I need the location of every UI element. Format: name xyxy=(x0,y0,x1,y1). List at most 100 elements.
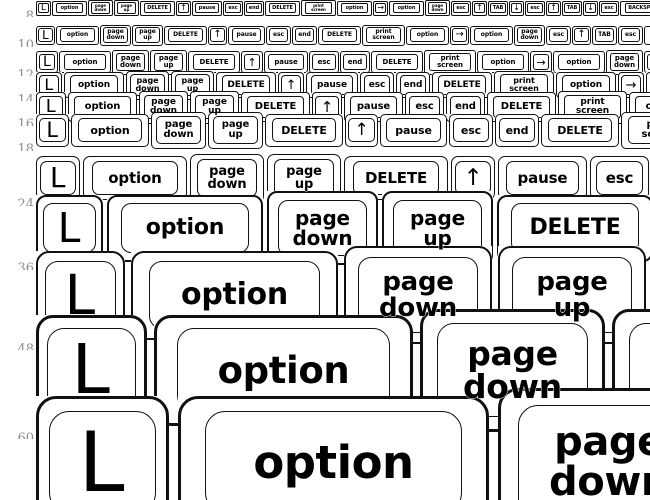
keycap-body: ↑ xyxy=(472,0,487,16)
keycap-label: page up xyxy=(181,76,204,93)
keycap-body: page down xyxy=(151,111,206,149)
keycap-label: DELETE xyxy=(529,215,621,240)
keycap-label: ↑ xyxy=(476,3,483,12)
keycap-body: ↓ xyxy=(509,0,524,16)
keycap-label: page down xyxy=(135,76,160,93)
keycap-label: DELETE xyxy=(281,123,327,137)
keycap-label: page down xyxy=(163,119,194,140)
keycap-body: → xyxy=(373,0,388,16)
keycap-body: print screen xyxy=(621,111,650,149)
keycap-label: L xyxy=(44,75,54,94)
keycap-body: esc xyxy=(451,0,471,16)
keycap-label: DELETE xyxy=(173,31,198,38)
keycap-label: esc xyxy=(368,79,386,90)
keycap-label: esc xyxy=(530,4,540,11)
keycap-label: page up xyxy=(286,164,322,192)
keycap-body: page down xyxy=(514,24,545,46)
keycap-label: page down xyxy=(379,267,457,323)
keycap-l: L xyxy=(36,0,51,16)
keycap-body: end xyxy=(292,25,317,45)
keycap-body: esc xyxy=(223,0,243,16)
keycap-body: BACKSPACE xyxy=(620,0,650,16)
keycap-label: page up xyxy=(536,267,608,323)
keycap-l: L xyxy=(36,25,55,45)
keycap-label: end xyxy=(455,101,476,112)
keycap-label: L xyxy=(57,203,82,252)
keycap-pause: pause xyxy=(228,25,265,45)
keycap-esc: esc xyxy=(451,0,471,16)
keycap-body: option xyxy=(470,25,513,45)
keycap-label: → xyxy=(536,55,546,69)
keycap-option: option xyxy=(470,25,513,45)
keycap-body: DELETE xyxy=(164,25,207,45)
keycap-label: print screen xyxy=(641,120,650,140)
keycap-label: pause xyxy=(236,31,257,38)
size-label-slot: 14 xyxy=(0,85,34,102)
keycap-delete: DELETE xyxy=(140,0,175,16)
keycap-page-down: page down xyxy=(100,24,131,46)
keycap-label: esc xyxy=(604,4,614,11)
keycap-option: option xyxy=(52,0,87,16)
keycap-option: option xyxy=(71,113,149,147)
keycap-body: option xyxy=(389,0,424,16)
keycap-label: page up xyxy=(121,3,132,12)
keycap-label: pause xyxy=(356,101,391,112)
keycap-label: ↓ xyxy=(587,3,594,12)
keycap-l: L xyxy=(36,113,69,147)
keycap-body: print screen xyxy=(362,24,405,46)
keycap-delete: DELETE xyxy=(541,113,619,147)
keycap-body: pause xyxy=(380,113,447,147)
keycap-esc: esc xyxy=(449,113,493,147)
keycap-delete: DELETE xyxy=(265,0,300,16)
keycap-body: option xyxy=(406,25,449,45)
keycap-print-screen: print screen xyxy=(362,24,405,46)
keycap-label: end xyxy=(505,123,529,137)
specimen-row-8pt: 8 Loption page down page up DELETE ↑ pause esc e… xyxy=(0,0,650,17)
keycap-page-down: page down xyxy=(88,0,113,16)
keycap-label: ↑ xyxy=(463,164,483,191)
keycap-body: ↑ xyxy=(208,25,227,45)
keycap-tab: TAB xyxy=(488,0,508,16)
keycap-label: page up xyxy=(221,119,250,140)
keycap-page-down: page down xyxy=(514,24,545,46)
keycap-body: L xyxy=(36,25,55,45)
keycap-label: print screen xyxy=(437,54,463,69)
keycap-body: ↑ xyxy=(546,0,561,16)
keycap-body: end xyxy=(495,113,539,147)
keycap-body: esc xyxy=(618,25,643,45)
size-label-slot: 8 xyxy=(0,8,34,18)
size-label-slot: 60 xyxy=(0,370,34,440)
keycap-label: ↑ xyxy=(213,29,222,40)
keycap-label: option xyxy=(416,31,439,38)
keycap-label: DELETE xyxy=(382,57,412,66)
keycap-body: DELETE xyxy=(265,113,343,147)
keycap-label: page down xyxy=(463,334,562,406)
keycap-: ↓ xyxy=(583,0,598,16)
keycap-label: pause xyxy=(395,123,432,137)
keycap-label: → xyxy=(377,3,384,12)
keycap-label: option xyxy=(84,101,121,112)
keycap-label: end xyxy=(298,31,311,38)
keycap-label: page down xyxy=(106,28,125,41)
keycap-body: print screen xyxy=(301,0,336,16)
keycap-body: page down xyxy=(425,0,450,16)
keycap-l: L xyxy=(36,395,169,500)
keycap-body: option xyxy=(337,0,372,16)
keycap-: ↑ xyxy=(546,0,561,16)
keycap-tab: TAB xyxy=(562,0,582,16)
keycap-label: option xyxy=(90,123,130,137)
keycap-strip: Loption page down page up DELETE ↑ pause esc en… xyxy=(36,0,650,17)
keycap-body: esc xyxy=(525,0,545,16)
keycap-body: esc xyxy=(266,25,291,45)
keycap-label: end xyxy=(347,57,363,66)
keycap-label: page up xyxy=(202,97,227,116)
keycap-body: L xyxy=(36,0,51,16)
keycap-label: L xyxy=(49,161,67,194)
keycap-page-down: page down xyxy=(425,0,450,16)
keycap-strip: Loption page down page up DELETE ↑ pause esc en… xyxy=(36,24,650,47)
keycap-label: ↑ xyxy=(247,55,257,69)
keycap-label: DELETE xyxy=(199,57,229,66)
keycap-label: pause xyxy=(198,4,216,11)
keycap-label: end xyxy=(403,79,423,90)
keycap-label: L xyxy=(77,413,128,500)
